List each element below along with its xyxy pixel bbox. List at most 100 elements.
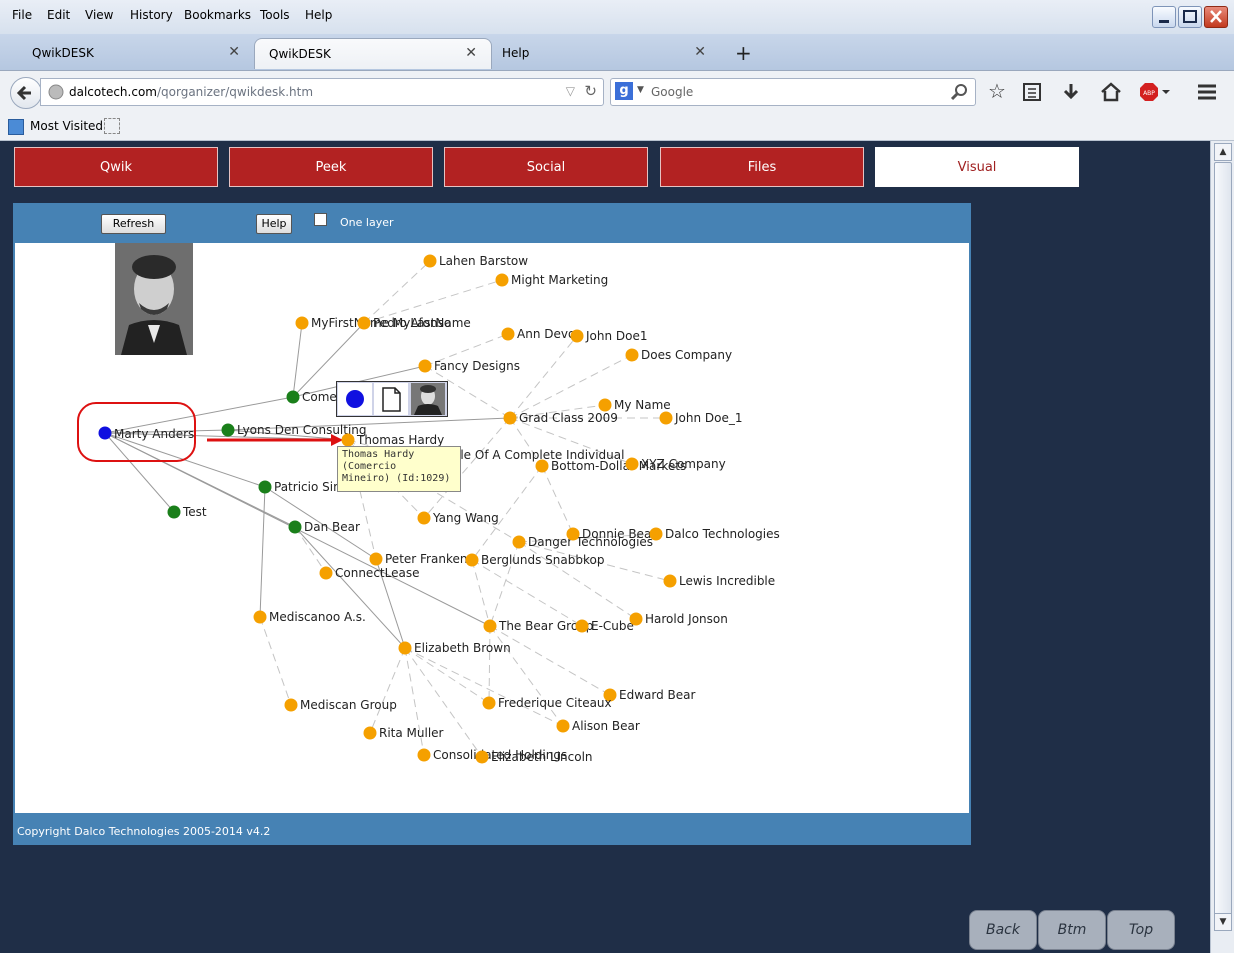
browser-tab-2[interactable]: QwikDESK ✕ xyxy=(254,38,492,69)
graph-node-label[interactable]: John Doe_1 xyxy=(674,411,743,425)
menu-help[interactable]: Help xyxy=(305,8,332,22)
graph-node[interactable] xyxy=(418,359,432,373)
graph-node-label[interactable]: Alison Bear xyxy=(572,719,640,733)
graph-node-label[interactable]: Lewis Incredible xyxy=(679,574,775,588)
most-visited-link[interactable]: Most Visited xyxy=(30,119,103,133)
document-action[interactable] xyxy=(374,383,408,415)
graph-node-label[interactable]: Dalco Technologies xyxy=(665,527,780,541)
graph-node-label[interactable]: Yang Wang xyxy=(432,511,499,525)
graph-node[interactable] xyxy=(649,527,663,541)
graph-node[interactable] xyxy=(625,348,639,362)
graph-node[interactable] xyxy=(221,423,235,437)
reading-list-icon[interactable] xyxy=(1022,82,1042,102)
graph-node[interactable] xyxy=(475,750,489,764)
graph-node[interactable] xyxy=(398,641,412,655)
graph-node[interactable] xyxy=(363,726,377,740)
menu-history[interactable]: History xyxy=(130,8,173,22)
one-layer-checkbox[interactable] xyxy=(314,213,327,226)
scroll-down-button[interactable]: ▼ xyxy=(1214,913,1232,931)
engine-dropdown-icon[interactable]: ▼ xyxy=(637,85,644,95)
graph-node[interactable] xyxy=(501,327,515,341)
photo-action[interactable] xyxy=(411,383,445,415)
close-tab-icon[interactable]: ✕ xyxy=(465,45,477,61)
graph-node[interactable] xyxy=(98,426,112,440)
graph-node[interactable] xyxy=(556,719,570,733)
graph-node[interactable] xyxy=(369,552,383,566)
top-page-button[interactable]: Top xyxy=(1107,910,1175,950)
graph-node-label[interactable]: Rita Muller xyxy=(379,726,444,740)
nav-tab-peek[interactable]: Peek xyxy=(229,147,433,187)
graph-node-label[interactable]: John Doe1 xyxy=(585,329,648,343)
graph-node[interactable] xyxy=(258,480,272,494)
empty-bookmark-icon[interactable] xyxy=(104,118,120,134)
home-icon[interactable] xyxy=(1100,82,1122,102)
magnifier-icon[interactable] xyxy=(949,82,969,102)
graph-node-label[interactable]: Lahen Barstow xyxy=(439,254,528,268)
search-bar[interactable]: g ▼ Google xyxy=(610,78,976,106)
graph-canvas[interactable]: Marty Anders Lyons Den Consulting Comer Pat… xyxy=(15,243,969,813)
graph-node[interactable] xyxy=(465,553,479,567)
graph-node[interactable] xyxy=(286,390,300,404)
graph-node[interactable] xyxy=(167,505,181,519)
nav-tab-visual[interactable]: Visual xyxy=(875,147,1079,187)
graph-node-label[interactable]: Edward Bear xyxy=(619,688,695,702)
graph-node-label[interactable]: Does Company xyxy=(641,348,732,362)
graph-node[interactable] xyxy=(495,273,509,287)
graph-node-label[interactable]: XYZ Company xyxy=(641,457,726,471)
contact-action[interactable] xyxy=(338,383,372,415)
hamburger-menu-icon[interactable] xyxy=(1196,82,1218,102)
graph-node[interactable] xyxy=(625,457,639,471)
graph-node-label[interactable]: Fancy Designs xyxy=(434,359,520,373)
graph-node[interactable] xyxy=(503,411,517,425)
menu-view[interactable]: View xyxy=(85,8,113,22)
graph-node-label[interactable]: Might Marketing xyxy=(511,273,608,287)
graph-node[interactable] xyxy=(629,612,643,626)
menu-file[interactable]: File xyxy=(12,8,32,22)
graph-node-label[interactable]: My Name xyxy=(614,398,671,412)
graph-node-label[interactable]: Donnie Bear xyxy=(582,527,656,541)
graph-node-label[interactable]: Thomas Hardy xyxy=(356,433,444,447)
graph-node[interactable] xyxy=(598,398,612,412)
graph-node-label[interactable]: ConnectLease xyxy=(335,566,419,580)
nav-tab-files[interactable]: Files xyxy=(660,147,864,187)
graph-node[interactable] xyxy=(535,459,549,473)
scroll-thumb[interactable] xyxy=(1214,162,1232,917)
relationship-graph[interactable]: Marty Anders Lyons Den ConsultingComerPat… xyxy=(15,243,969,813)
nav-tab-qwik[interactable]: Qwik xyxy=(14,147,218,187)
graph-node[interactable] xyxy=(423,254,437,268)
graph-node-label[interactable]: Frederique Citeaux xyxy=(498,696,612,710)
graph-node-label[interactable]: Elizabeth Lincoln xyxy=(491,750,593,764)
graph-node-label[interactable]: Berglunds Snabbkop xyxy=(481,553,604,567)
refresh-button[interactable]: Refresh xyxy=(101,214,166,234)
graph-node[interactable] xyxy=(319,566,333,580)
bottom-page-button[interactable]: Btm xyxy=(1038,910,1106,950)
graph-node[interactable] xyxy=(417,748,431,762)
graph-node-label[interactable]: Elizabeth Brown xyxy=(414,641,511,655)
minimize-button[interactable] xyxy=(1152,6,1176,28)
graph-node-label[interactable]: Test xyxy=(182,505,207,519)
bookmark-star-icon[interactable]: ☆ xyxy=(988,79,1006,103)
back-page-button[interactable]: Back xyxy=(969,910,1037,950)
graph-node[interactable] xyxy=(288,520,302,534)
graph-node[interactable] xyxy=(341,433,355,447)
graph-node-label[interactable]: Mediscanoo A.s. xyxy=(269,610,366,624)
graph-node[interactable] xyxy=(295,316,309,330)
graph-node-label[interactable]: E-Cube xyxy=(591,619,634,633)
back-button[interactable] xyxy=(10,77,42,109)
graph-node-label[interactable]: Marty Anders xyxy=(114,427,194,441)
maximize-button[interactable] xyxy=(1178,6,1202,28)
graph-node[interactable] xyxy=(417,511,431,525)
graph-node[interactable] xyxy=(483,619,497,633)
graph-node[interactable] xyxy=(512,535,526,549)
menu-bookmarks[interactable]: Bookmarks xyxy=(184,8,251,22)
graph-node[interactable] xyxy=(663,574,677,588)
graph-node-label[interactable]: Mediscan Group xyxy=(300,698,397,712)
graph-node[interactable] xyxy=(357,316,371,330)
browser-tab-3[interactable]: Help ✕ xyxy=(488,38,720,68)
graph-node-label[interactable]: Dan Bear xyxy=(304,520,360,534)
scroll-up-button[interactable]: ▲ xyxy=(1214,143,1232,161)
close-tab-icon[interactable]: ✕ xyxy=(694,44,706,60)
new-tab-icon[interactable]: + xyxy=(735,41,752,65)
graph-node-label[interactable]: Pedro Afonso xyxy=(373,316,451,330)
menu-tools[interactable]: Tools xyxy=(260,8,290,22)
